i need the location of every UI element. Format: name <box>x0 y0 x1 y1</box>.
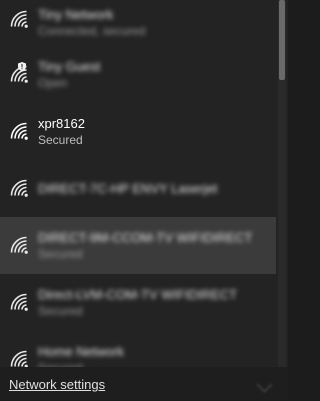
wifi-icon <box>10 179 32 197</box>
network-status: Connected, secured <box>38 24 146 38</box>
network-settings-link[interactable]: Network settings <box>9 377 105 392</box>
wifi-icon <box>10 62 32 83</box>
network-item[interactable]: DIRECT-7C-HP ENVY Laserjet <box>0 160 276 217</box>
network-name: Tiny Guest <box>38 58 101 74</box>
network-status: Secured <box>38 303 83 318</box>
network-status: Secured <box>38 246 83 261</box>
network-name: Tiny Network <box>38 7 114 22</box>
chevron-icon <box>256 376 273 393</box>
shield-warning-icon <box>18 62 26 71</box>
wifi-icon <box>10 350 32 368</box>
network-flyout: Tiny Network Connected, secured Tiny Gue… <box>0 0 288 401</box>
network-item-hovered[interactable]: DIRECT-9M-CCOM-TV WIFIDIRECT Secured <box>0 217 276 274</box>
network-status: Secured <box>38 132 83 147</box>
network-status: Open <box>38 75 68 90</box>
network-name: Direct-LVM-COM-TV WIFIDIRECT <box>38 286 238 302</box>
flyout-footer: Network settings <box>0 367 288 401</box>
network-item[interactable]: Tiny Network Connected, secured <box>0 0 276 46</box>
network-name: DIRECT-9M-CCOM-TV WIFIDIRECT <box>38 229 253 245</box>
wifi-icon <box>10 293 32 311</box>
network-name: DIRECT-7C-HP ENVY Laserjet <box>38 180 218 196</box>
network-list: Tiny Network Connected, secured Tiny Gue… <box>0 0 276 388</box>
network-name: Home Network <box>38 343 124 359</box>
network-name: xpr8162 <box>38 115 85 131</box>
wifi-icon <box>10 122 32 140</box>
wifi-icon <box>10 10 32 28</box>
network-item[interactable]: Direct-LVM-COM-TV WIFIDIRECT Secured <box>0 274 276 331</box>
wifi-icon <box>10 236 32 254</box>
network-item[interactable]: Tiny Guest Open <box>0 46 276 103</box>
network-item[interactable]: xpr8162 Secured <box>0 103 276 160</box>
scrollbar-thumb[interactable] <box>279 0 285 80</box>
